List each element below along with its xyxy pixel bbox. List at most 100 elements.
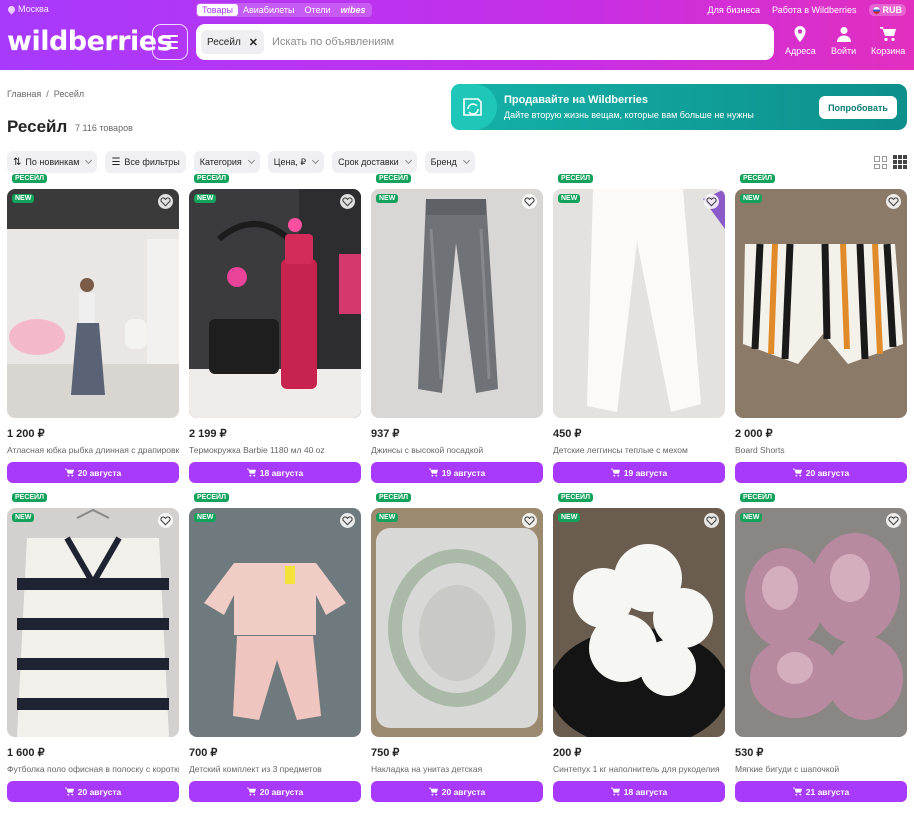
- heart-icon[interactable]: [704, 513, 719, 528]
- product-price: 2 000 ₽: [735, 428, 773, 440]
- sort-icon: ⇅: [13, 156, 22, 168]
- heart-icon[interactable]: [886, 513, 901, 528]
- resale-badge: РЕСЕЙЛ: [376, 174, 412, 183]
- filter-category-label: Категория: [199, 157, 242, 167]
- currency-selector[interactable]: RUB: [868, 4, 906, 16]
- product-name[interactable]: Синтепух 1 кг наполнитель для рукоделия: [553, 764, 725, 774]
- product-name[interactable]: Детские леггинсы теплые с мехом: [553, 445, 725, 455]
- product-image[interactable]: [735, 189, 907, 418]
- heart-icon[interactable]: [158, 513, 173, 528]
- filter-delivery[interactable]: Срок доставки: [332, 151, 417, 173]
- add-to-cart-button[interactable]: 20 августа: [189, 781, 361, 802]
- menu-button[interactable]: [152, 24, 188, 60]
- delivery-date: 18 августа: [259, 467, 304, 478]
- product-price: 700 ₽: [189, 747, 218, 759]
- tab-flights[interactable]: Авиабилеты: [238, 4, 300, 16]
- product-image[interactable]: [7, 508, 179, 737]
- new-badge: NEW: [376, 513, 399, 522]
- product-price: 750 ₽: [371, 747, 400, 759]
- products-count: 7 116 товаров: [75, 123, 133, 133]
- cart-icon: [792, 468, 802, 477]
- sell-banner[interactable]: Продавайте на Wildberries Дайте вторую ж…: [451, 84, 907, 130]
- heart-icon[interactable]: [522, 194, 537, 209]
- resale-badge: РЕСЕЙЛ: [558, 174, 594, 183]
- search-input[interactable]: [272, 36, 752, 48]
- resale-badge: РЕСЕЙЛ: [12, 493, 48, 502]
- resale-badge: РЕСЕЙЛ: [558, 493, 594, 502]
- delivery-date: 19 августа: [441, 467, 486, 478]
- product-image[interactable]: [189, 508, 361, 737]
- add-to-cart-button[interactable]: 21 августа: [735, 781, 907, 802]
- heart-icon[interactable]: [886, 194, 901, 209]
- tab-hotels[interactable]: Отели: [300, 4, 336, 16]
- add-to-cart-button[interactable]: 18 августа: [553, 781, 725, 802]
- nav-cart[interactable]: Корзина: [871, 26, 905, 56]
- currency-label: RUB: [882, 5, 903, 15]
- filter-price[interactable]: Цена, ₽: [267, 151, 325, 173]
- product-name[interactable]: Джинсы с высокой посадкой: [371, 445, 543, 455]
- tab-wibes[interactable]: wibes: [336, 4, 371, 16]
- product-name[interactable]: Атласная юбка рыбка длинная с драпировко…: [7, 445, 179, 455]
- logo[interactable]: wildberries: [7, 26, 173, 57]
- all-filters-label: Все фильтры: [124, 157, 180, 167]
- product-name[interactable]: Футболка поло офисная в полоску с коротк…: [7, 764, 179, 774]
- nav-addresses[interactable]: Адреса: [785, 26, 816, 56]
- location-pin-icon: [6, 4, 17, 14]
- search-bar: Ресейл ✕: [196, 24, 774, 60]
- search-chip[interactable]: Ресейл ✕: [201, 30, 264, 54]
- work-link[interactable]: Работа в Wildberries: [772, 5, 857, 15]
- sort-button[interactable]: ⇅ По новинкам: [7, 151, 98, 173]
- product-name[interactable]: Board Shorts: [735, 445, 907, 455]
- add-to-cart-button[interactable]: 19 августа: [553, 462, 725, 483]
- delivery-date: 20 августа: [441, 786, 486, 797]
- filter-brand[interactable]: Бренд: [424, 151, 475, 173]
- add-to-cart-button[interactable]: 19 августа: [371, 462, 543, 483]
- banner-title: Продавайте на Wildberries: [504, 94, 648, 106]
- grid-large-view-icon[interactable]: [874, 156, 887, 169]
- tab-goods[interactable]: Товары: [197, 4, 238, 16]
- location-selector[interactable]: Москва: [6, 4, 49, 14]
- heart-icon[interactable]: [704, 194, 719, 209]
- chevron-down-icon: [404, 156, 412, 165]
- service-tabs: Товары Авиабилеты Отели wibes: [196, 3, 372, 17]
- product-image[interactable]: [553, 508, 725, 737]
- grid-small-view-icon[interactable]: [893, 155, 907, 169]
- banner-subtitle: Дайте вторую жизнь вещам, которые вам бо…: [504, 110, 754, 120]
- nav-login-label: Войти: [831, 46, 857, 56]
- product-image[interactable]: [189, 189, 361, 418]
- add-to-cart-button[interactable]: 20 августа: [7, 781, 179, 802]
- heart-icon[interactable]: [340, 513, 355, 528]
- new-badge: NEW: [12, 513, 35, 522]
- product-name[interactable]: Детский комплект из 3 предметов: [189, 764, 361, 774]
- add-to-cart-button[interactable]: 20 августа: [371, 781, 543, 802]
- try-button[interactable]: Попробовать: [819, 96, 897, 119]
- filter-delivery-label: Срок доставки: [338, 157, 399, 167]
- cart-icon: [428, 787, 438, 796]
- product-image[interactable]: [371, 508, 543, 737]
- product-price: 1 200 ₽: [7, 428, 45, 440]
- breadcrumb-home[interactable]: Главная: [7, 89, 41, 99]
- close-icon[interactable]: ✕: [249, 36, 258, 49]
- heart-icon[interactable]: [340, 194, 355, 209]
- nav-login[interactable]: Войти: [831, 26, 856, 56]
- product-image[interactable]: [371, 189, 543, 418]
- product-name[interactable]: Термокружка Barbie 1180 мл 40 oz: [189, 445, 361, 455]
- product-image[interactable]: [553, 189, 725, 418]
- product-image[interactable]: [7, 189, 179, 418]
- add-to-cart-button[interactable]: 20 августа: [7, 462, 179, 483]
- add-to-cart-button[interactable]: 18 августа: [189, 462, 361, 483]
- new-badge: NEW: [740, 513, 763, 522]
- heart-icon[interactable]: [158, 194, 173, 209]
- product-name[interactable]: Накладка на унитаз детская: [371, 764, 543, 774]
- delivery-date: 20 августа: [805, 467, 850, 478]
- heart-icon[interactable]: [522, 513, 537, 528]
- all-filters-button[interactable]: ☰ Все фильтры: [105, 151, 186, 173]
- breadcrumb-separator: /: [46, 89, 49, 99]
- filter-category[interactable]: Категория: [193, 151, 260, 173]
- business-link[interactable]: Для бизнеса: [707, 5, 760, 15]
- product-name[interactable]: Мягкие бигуди с шапочкой: [735, 764, 907, 774]
- add-to-cart-button[interactable]: 20 августа: [735, 462, 907, 483]
- sort-label: По новинкам: [25, 157, 80, 167]
- product-image[interactable]: [735, 508, 907, 737]
- nav-cart-label: Корзина: [871, 46, 906, 56]
